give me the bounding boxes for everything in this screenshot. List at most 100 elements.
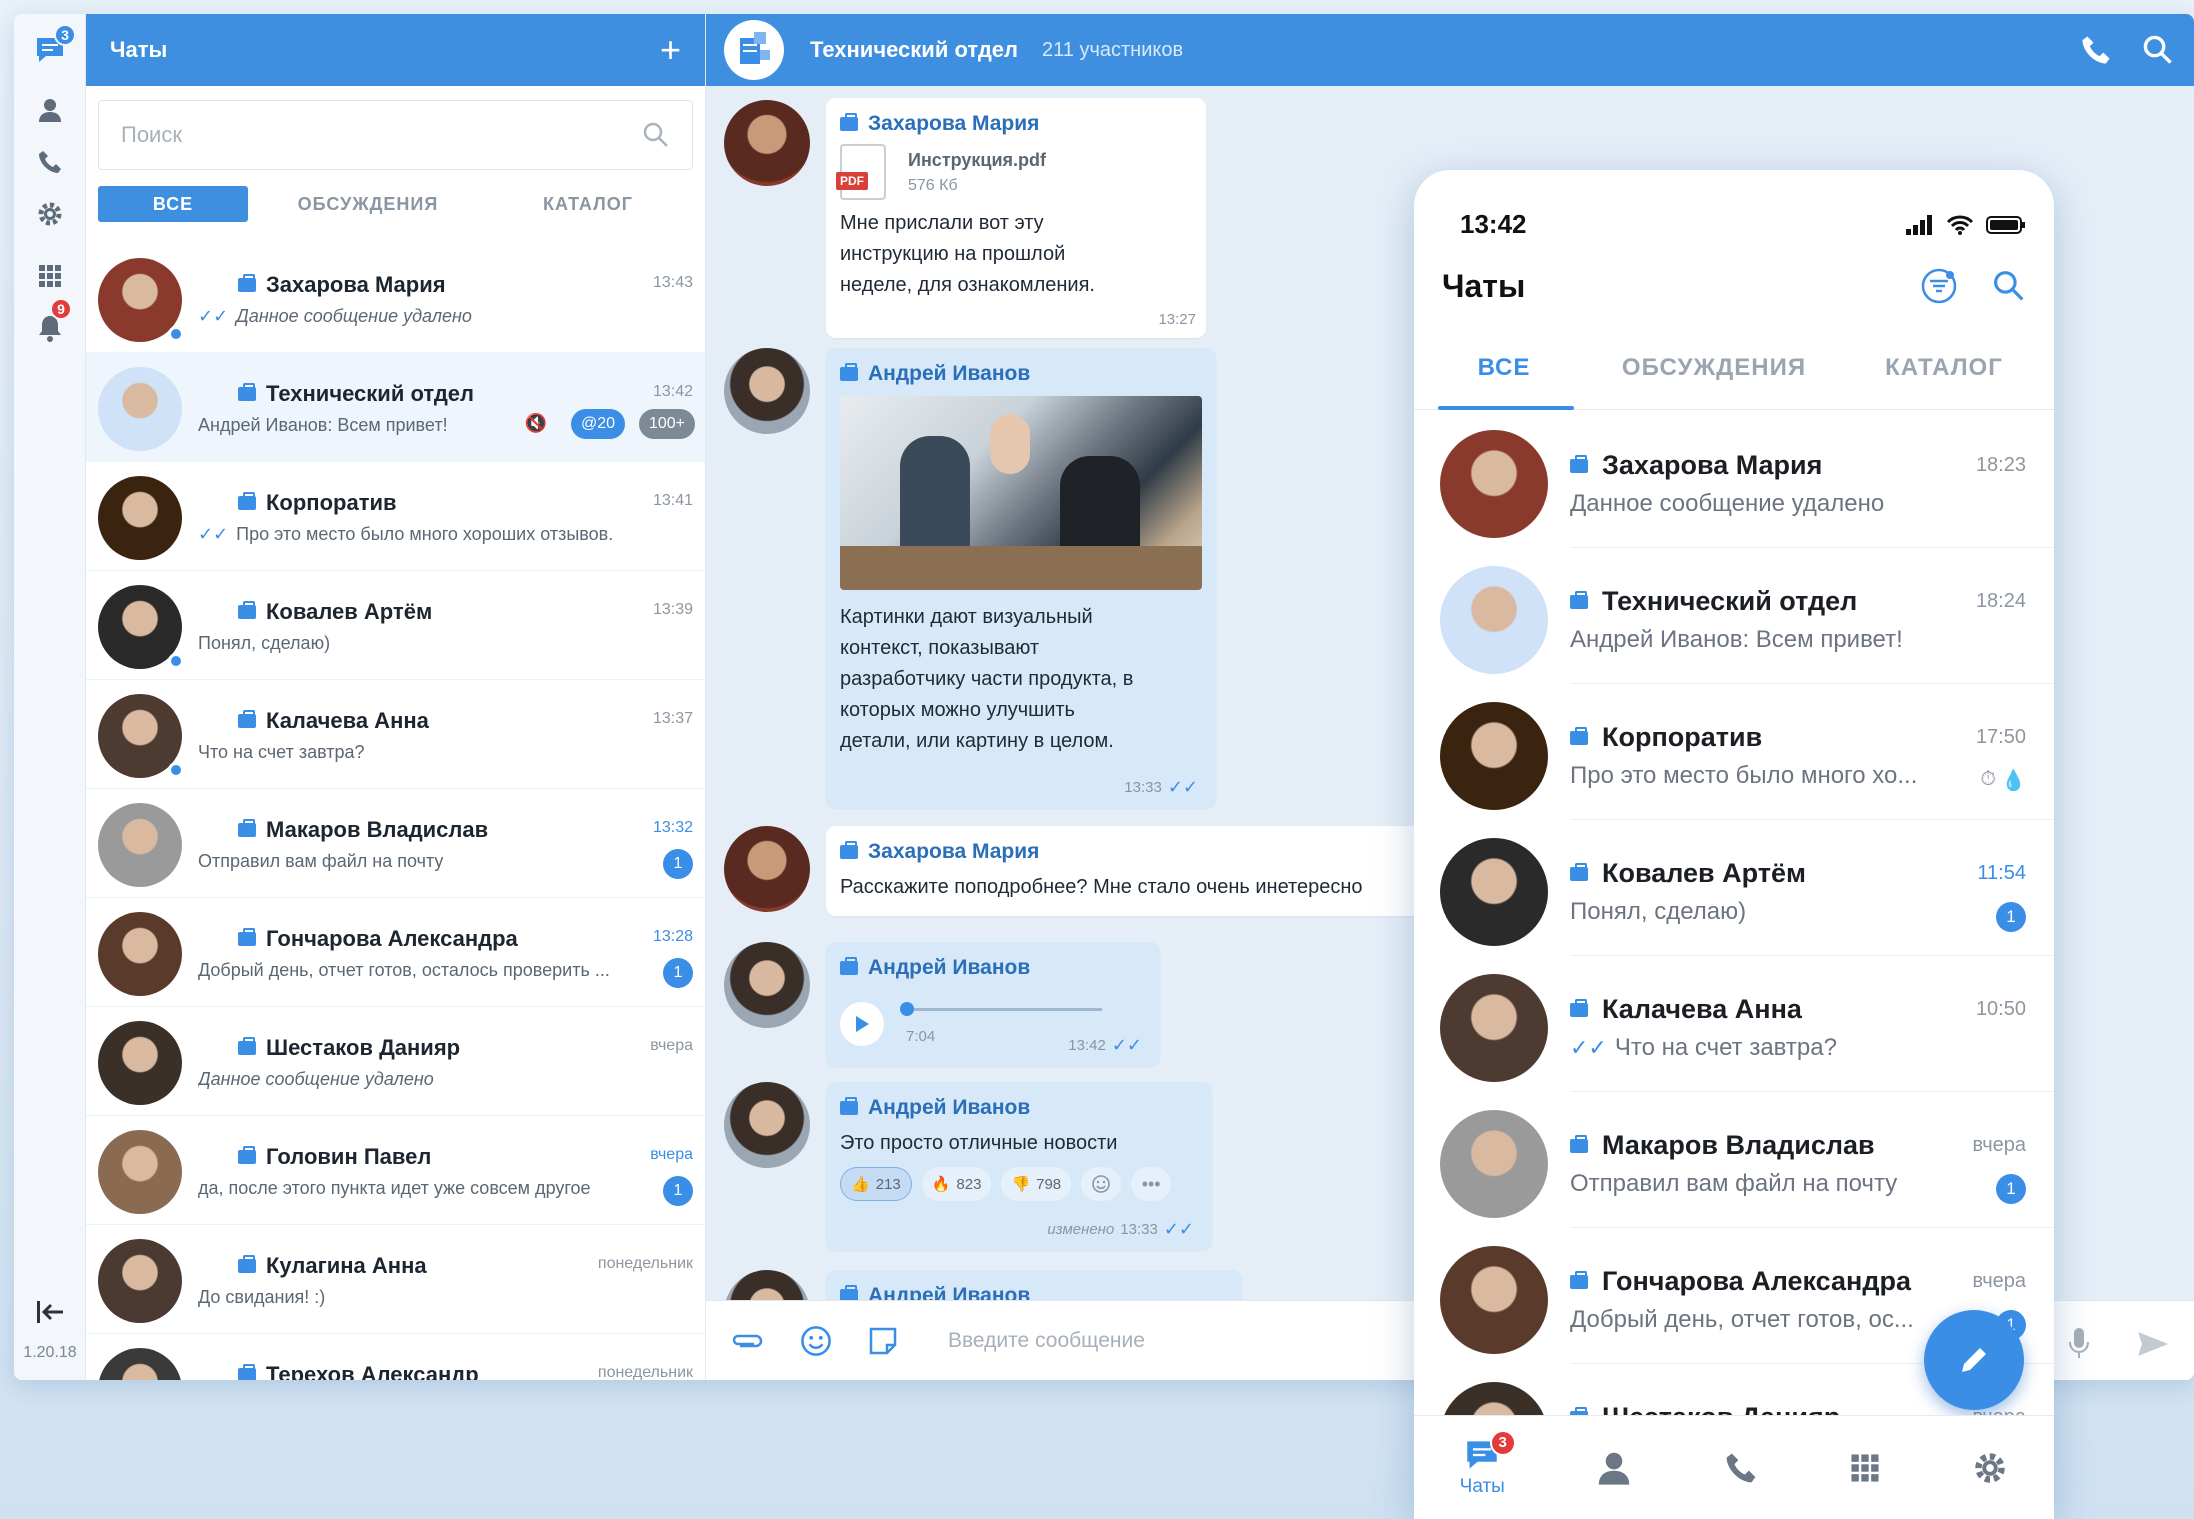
message-meta: изменено 13:33 ✓✓ xyxy=(1047,1219,1202,1240)
briefcase-icon xyxy=(238,1037,256,1055)
file-type: PDF xyxy=(836,172,868,190)
left-rail: 3 9 1.20.18 xyxy=(14,14,86,1380)
more-reactions-button[interactable]: ••• xyxy=(1131,1167,1172,1201)
chat-list-item[interactable]: Терехов Александр понедельник xyxy=(86,1334,705,1380)
message-input[interactable]: Введите сообщение xyxy=(948,1329,1145,1353)
chat-list-item[interactable]: Ковалев Артём 13:39 Понял, сделаю) xyxy=(86,571,705,680)
chat-list-item[interactable]: Кулагина Анна понедельник До свидания! :) xyxy=(86,1225,705,1334)
nav-settings[interactable] xyxy=(1972,1450,2008,1486)
chat-title: Захарова Мария xyxy=(266,272,446,297)
rail-settings-button[interactable] xyxy=(32,196,68,232)
search-icon[interactable] xyxy=(2142,34,2174,66)
chat-list-item[interactable]: Головин Павел вчера да, после этого пункта… xyxy=(86,1116,705,1225)
file-name: Инструкция.pdf xyxy=(908,149,1047,170)
nav-apps[interactable] xyxy=(1849,1452,1881,1484)
call-icon[interactable] xyxy=(2080,34,2112,66)
chat-preview: Добрый день, отчет готов, осталось прове… xyxy=(198,960,610,981)
message-meta: 13:33 ✓✓ xyxy=(1124,777,1206,798)
new-chat-button[interactable]: + xyxy=(660,32,681,68)
add-reaction-button[interactable] xyxy=(1081,1167,1122,1201)
message-author: Андрей Иванов xyxy=(840,362,1202,386)
avatar xyxy=(1440,702,1548,810)
mobile-chat-item[interactable]: Технический отдел 18:24 Андрей Иванов: Все… xyxy=(1414,548,2054,684)
message-image[interactable] xyxy=(840,396,1202,590)
chat-name: Макаров Владислав xyxy=(238,817,488,843)
chat-list-item[interactable]: Корпоратив 13:41 ✓✓ Про это место было мног… xyxy=(86,462,705,571)
sender-avatar[interactable] xyxy=(724,348,810,434)
rail-notifications-button[interactable]: 9 xyxy=(32,298,72,346)
sender-avatar[interactable] xyxy=(724,100,810,186)
paperclip-icon[interactable] xyxy=(730,1331,764,1351)
phone-icon xyxy=(39,151,61,173)
chat-preview: Что на счет завтра? xyxy=(198,742,365,763)
briefcase-icon xyxy=(238,819,256,837)
chat-preview: Андрей Иванов: Всем привет! xyxy=(1570,626,1903,654)
sender-avatar[interactable] xyxy=(724,826,810,912)
edited-label: изменено xyxy=(1047,1221,1115,1238)
filter-icon[interactable] xyxy=(1920,267,1958,305)
nav-calls[interactable] xyxy=(1724,1451,1758,1485)
nav-contacts[interactable] xyxy=(1596,1450,1632,1486)
avatar xyxy=(1440,974,1548,1082)
voice-progress-handle[interactable] xyxy=(900,1002,914,1016)
chat-list-item[interactable]: Калачева Анна 13:37 Что на счет завтра? xyxy=(86,680,705,789)
chat-title: Шестаков Данияр xyxy=(266,1035,461,1060)
chat-list-item[interactable]: Захарова Мария 13:43 ✓✓ Данное сообщение уд… xyxy=(86,244,705,353)
chat-title: Гончарова Александра xyxy=(1602,1266,1911,1296)
chat-title: Головин Павел xyxy=(266,1144,432,1169)
nav-chats-badge: 3 xyxy=(1489,1429,1516,1456)
reaction-like[interactable]: 👍 213 xyxy=(840,1167,912,1201)
chat-list-item[interactable]: Гончарова Александра 13:28 Добрый день, от… xyxy=(86,898,705,1007)
chat-preview: ✓✓ Про это место было много хороших отзыв… xyxy=(198,524,613,545)
chat-list-item[interactable]: Технический отдел 13:42 Андрей Иванов: Все… xyxy=(86,353,705,462)
briefcase-icon xyxy=(238,274,256,292)
mobile-chat-item[interactable]: Корпоратив 17:50 Про это место было много … xyxy=(1414,684,2054,820)
nav-chats[interactable]: 3 Чаты xyxy=(1460,1429,1516,1498)
tab-discussions[interactable]: ОБСУЖДЕНИЯ xyxy=(258,194,478,215)
rail-chats-button[interactable]: 3 xyxy=(32,24,76,68)
message-time: 13:27 xyxy=(1158,311,1196,328)
chat-preview-text: Отправил вам файл на почту xyxy=(1570,1170,1898,1197)
members-count: 211 участников xyxy=(1042,38,1184,61)
emoji-icon[interactable] xyxy=(800,1325,832,1357)
chat-time: понедельник xyxy=(597,1364,693,1380)
mobile-tab-discussions[interactable]: ОБСУЖДЕНИЯ xyxy=(1594,340,1834,409)
timer-icon: ⏱ xyxy=(1980,768,1996,790)
chat-list-item[interactable]: Макаров Владислав 13:32 Отправил вам файл … xyxy=(86,789,705,898)
play-button[interactable] xyxy=(840,1002,884,1046)
file-attachment[interactable]: PDF Инструкция.pdf 576 Кб xyxy=(836,144,1192,200)
sender-avatar[interactable] xyxy=(724,942,810,1028)
rail-apps-button[interactable] xyxy=(32,258,68,294)
tab-all[interactable]: ВСЕ xyxy=(98,186,248,222)
mobile-chat-item[interactable]: Калачева Анна 10:50 ✓✓ Что на счет завтра? xyxy=(1414,956,2054,1092)
mobile-tab-all[interactable]: ВСЕ xyxy=(1414,340,1594,410)
search-input[interactable]: Поиск xyxy=(98,100,693,170)
chat-preview-text: Про это место было много хо... xyxy=(1570,762,1918,789)
collapse-sidebar-button[interactable] xyxy=(32,1294,68,1330)
briefcase-icon xyxy=(238,1255,256,1273)
rail-calls-button[interactable] xyxy=(32,144,68,180)
tab-catalog[interactable]: КАТАЛОГ xyxy=(488,194,688,215)
group-avatar[interactable] xyxy=(724,20,784,80)
search-icon[interactable] xyxy=(1992,269,2026,303)
gear-icon xyxy=(1975,1452,2006,1483)
voice-progress-track[interactable] xyxy=(900,1002,1102,1016)
briefcase-icon xyxy=(238,601,256,619)
sender-avatar[interactable] xyxy=(724,1082,810,1168)
mobile-chat-item[interactable]: Захарова Мария 18:23 Данное сообщение удал… xyxy=(1414,412,2054,548)
sticker-icon[interactable] xyxy=(868,1326,898,1356)
reaction-fire[interactable]: 🔥 823 xyxy=(921,1167,992,1201)
chat-list-item[interactable]: Шестаков Данияр вчера Данное сообщение уда… xyxy=(86,1007,705,1116)
microphone-icon[interactable] xyxy=(2068,1326,2090,1360)
mobile-chat-item[interactable]: Ковалев Артём 11:54 Понял, сделаю) 1 xyxy=(1414,820,2054,956)
chat-title: Кулагина Анна xyxy=(266,1253,427,1278)
mobile-chat-item[interactable]: Макаров Владислав вчера Отправил вам файл … xyxy=(1414,1092,2054,1228)
rail-contacts-button[interactable] xyxy=(32,92,68,128)
mobile-tab-catalog[interactable]: КАТАЛОГ xyxy=(1834,340,2054,409)
compose-button[interactable] xyxy=(1924,1310,2024,1410)
send-icon[interactable] xyxy=(2136,1330,2170,1358)
reaction-dislike[interactable]: 👎 798 xyxy=(1001,1167,1072,1201)
server-icon xyxy=(740,32,770,64)
briefcase-icon xyxy=(238,710,256,728)
avatar xyxy=(98,1021,182,1105)
